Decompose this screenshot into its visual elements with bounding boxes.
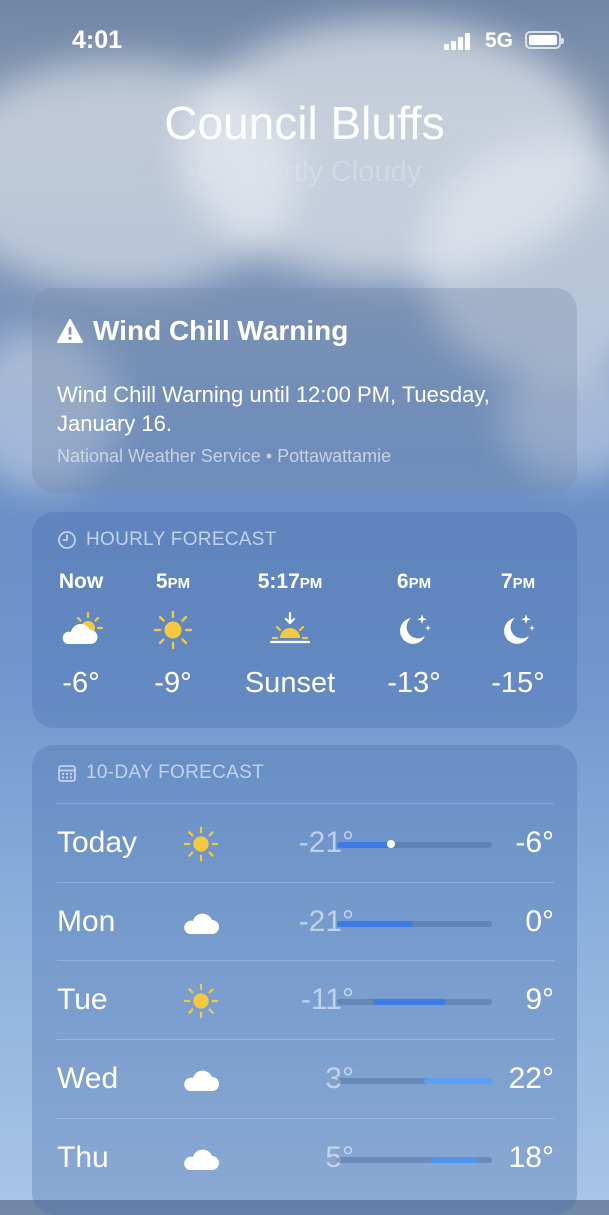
temp-range-fill (337, 921, 413, 927)
alert-source: National Weather Service • Pottawattamie (57, 446, 392, 466)
cloud-icon (184, 1070, 219, 1091)
hourly-forecast-card[interactable]: HOURLY FORECAST Now -6° 5PM -9° 5:17PM S… (32, 512, 577, 728)
current-temp-dot (387, 840, 396, 848)
sun-icon (153, 610, 193, 650)
status-bar: 4:01 5G (0, 0, 609, 82)
city-name: Council Bluffs (164, 97, 445, 149)
hour-item-5pm: 5PM -9° (113, 570, 233, 700)
day-high: 22° (508, 1062, 554, 1095)
day-high: 0° (525, 905, 554, 938)
ten-day-forecast-card[interactable]: 10-DAY FORECAST Today -21° -6° Mon -21° … (32, 745, 577, 1215)
cloud-icon (184, 1149, 219, 1170)
temp-range-bar (337, 1157, 492, 1163)
clock-icon (58, 531, 76, 549)
temp-range-bar (337, 1078, 492, 1084)
day-high: 9° (525, 983, 554, 1016)
hour-time: 5 (155, 570, 168, 593)
day-high: 18° (508, 1141, 554, 1174)
moon-stars-icon (504, 614, 535, 644)
hour-suffix: PM (167, 575, 191, 592)
alert-title: Wind Chill Warning (93, 315, 349, 346)
hour-item-sunset: 5:17PM Sunset (230, 570, 350, 700)
hour-suffix: PM (512, 575, 536, 592)
warning-icon (57, 319, 83, 343)
temp-range-bar (337, 921, 492, 927)
temp-range-bar (337, 840, 492, 848)
hour-suffix: PM (299, 575, 323, 592)
calendar-icon (58, 765, 76, 782)
temp-range-fill (337, 842, 392, 848)
daily-header-label: 10-DAY FORECAST (86, 762, 265, 783)
hour-temp: -9° (154, 667, 192, 699)
network-label: 5G (485, 29, 514, 52)
hourly-header-label: HOURLY FORECAST (86, 529, 277, 550)
day-row-wed[interactable]: Wed 3° 22° (57, 1039, 554, 1118)
battery-icon (525, 31, 564, 49)
hour-item-6pm: 6PM -13° (354, 570, 474, 700)
hour-time: Now (58, 570, 104, 593)
day-label: Mon (57, 905, 116, 938)
day-row-thu[interactable]: Thu 5° 18° (57, 1118, 554, 1197)
day-label: Today (57, 826, 138, 859)
sunset-icon (269, 611, 311, 644)
sun-icon (183, 983, 219, 1019)
day-label: Wed (57, 1062, 119, 1095)
sun-icon (183, 826, 219, 862)
wind-chill-alert-card[interactable]: Wind Chill Warning Wind Chill Warning un… (32, 288, 577, 493)
cloud-icon (184, 913, 219, 934)
cellular-signal-icon (444, 32, 474, 50)
day-label: Thu (57, 1141, 109, 1174)
current-summary: -6° | Partly Cloudy (187, 156, 422, 188)
day-row-today[interactable]: Today -21° -6° (57, 803, 554, 882)
day-row-tue[interactable]: Tue -11° 9° (57, 960, 554, 1039)
moon-stars-icon (400, 614, 431, 644)
hour-suffix: PM (408, 575, 432, 592)
daily-header: 10-DAY FORECAST (57, 762, 264, 784)
hour-item-7pm: 7PM -15° (458, 570, 578, 700)
temp-range-fill (423, 1078, 492, 1084)
hour-time: 5:17 (257, 570, 300, 593)
hour-temp: Sunset (244, 667, 336, 699)
temp-range-fill (430, 1157, 478, 1163)
temp-range-fill (373, 999, 446, 1005)
day-row-mon[interactable]: Mon -21° 0° (57, 882, 554, 961)
day-high: -6° (515, 826, 554, 859)
temp-range-bar (337, 999, 492, 1005)
alert-body: Wind Chill Warning until 12:00 PM, Tuesd… (57, 382, 490, 436)
status-time: 4:01 (72, 26, 123, 54)
hour-temp: -13° (387, 667, 441, 699)
hour-time: 6 (396, 570, 409, 593)
partly-cloudy-icon (62, 611, 104, 644)
hourly-header: HOURLY FORECAST (57, 529, 277, 551)
day-label: Tue (57, 983, 108, 1016)
hour-time: 7 (500, 570, 513, 593)
hour-temp: -15° (491, 667, 545, 699)
